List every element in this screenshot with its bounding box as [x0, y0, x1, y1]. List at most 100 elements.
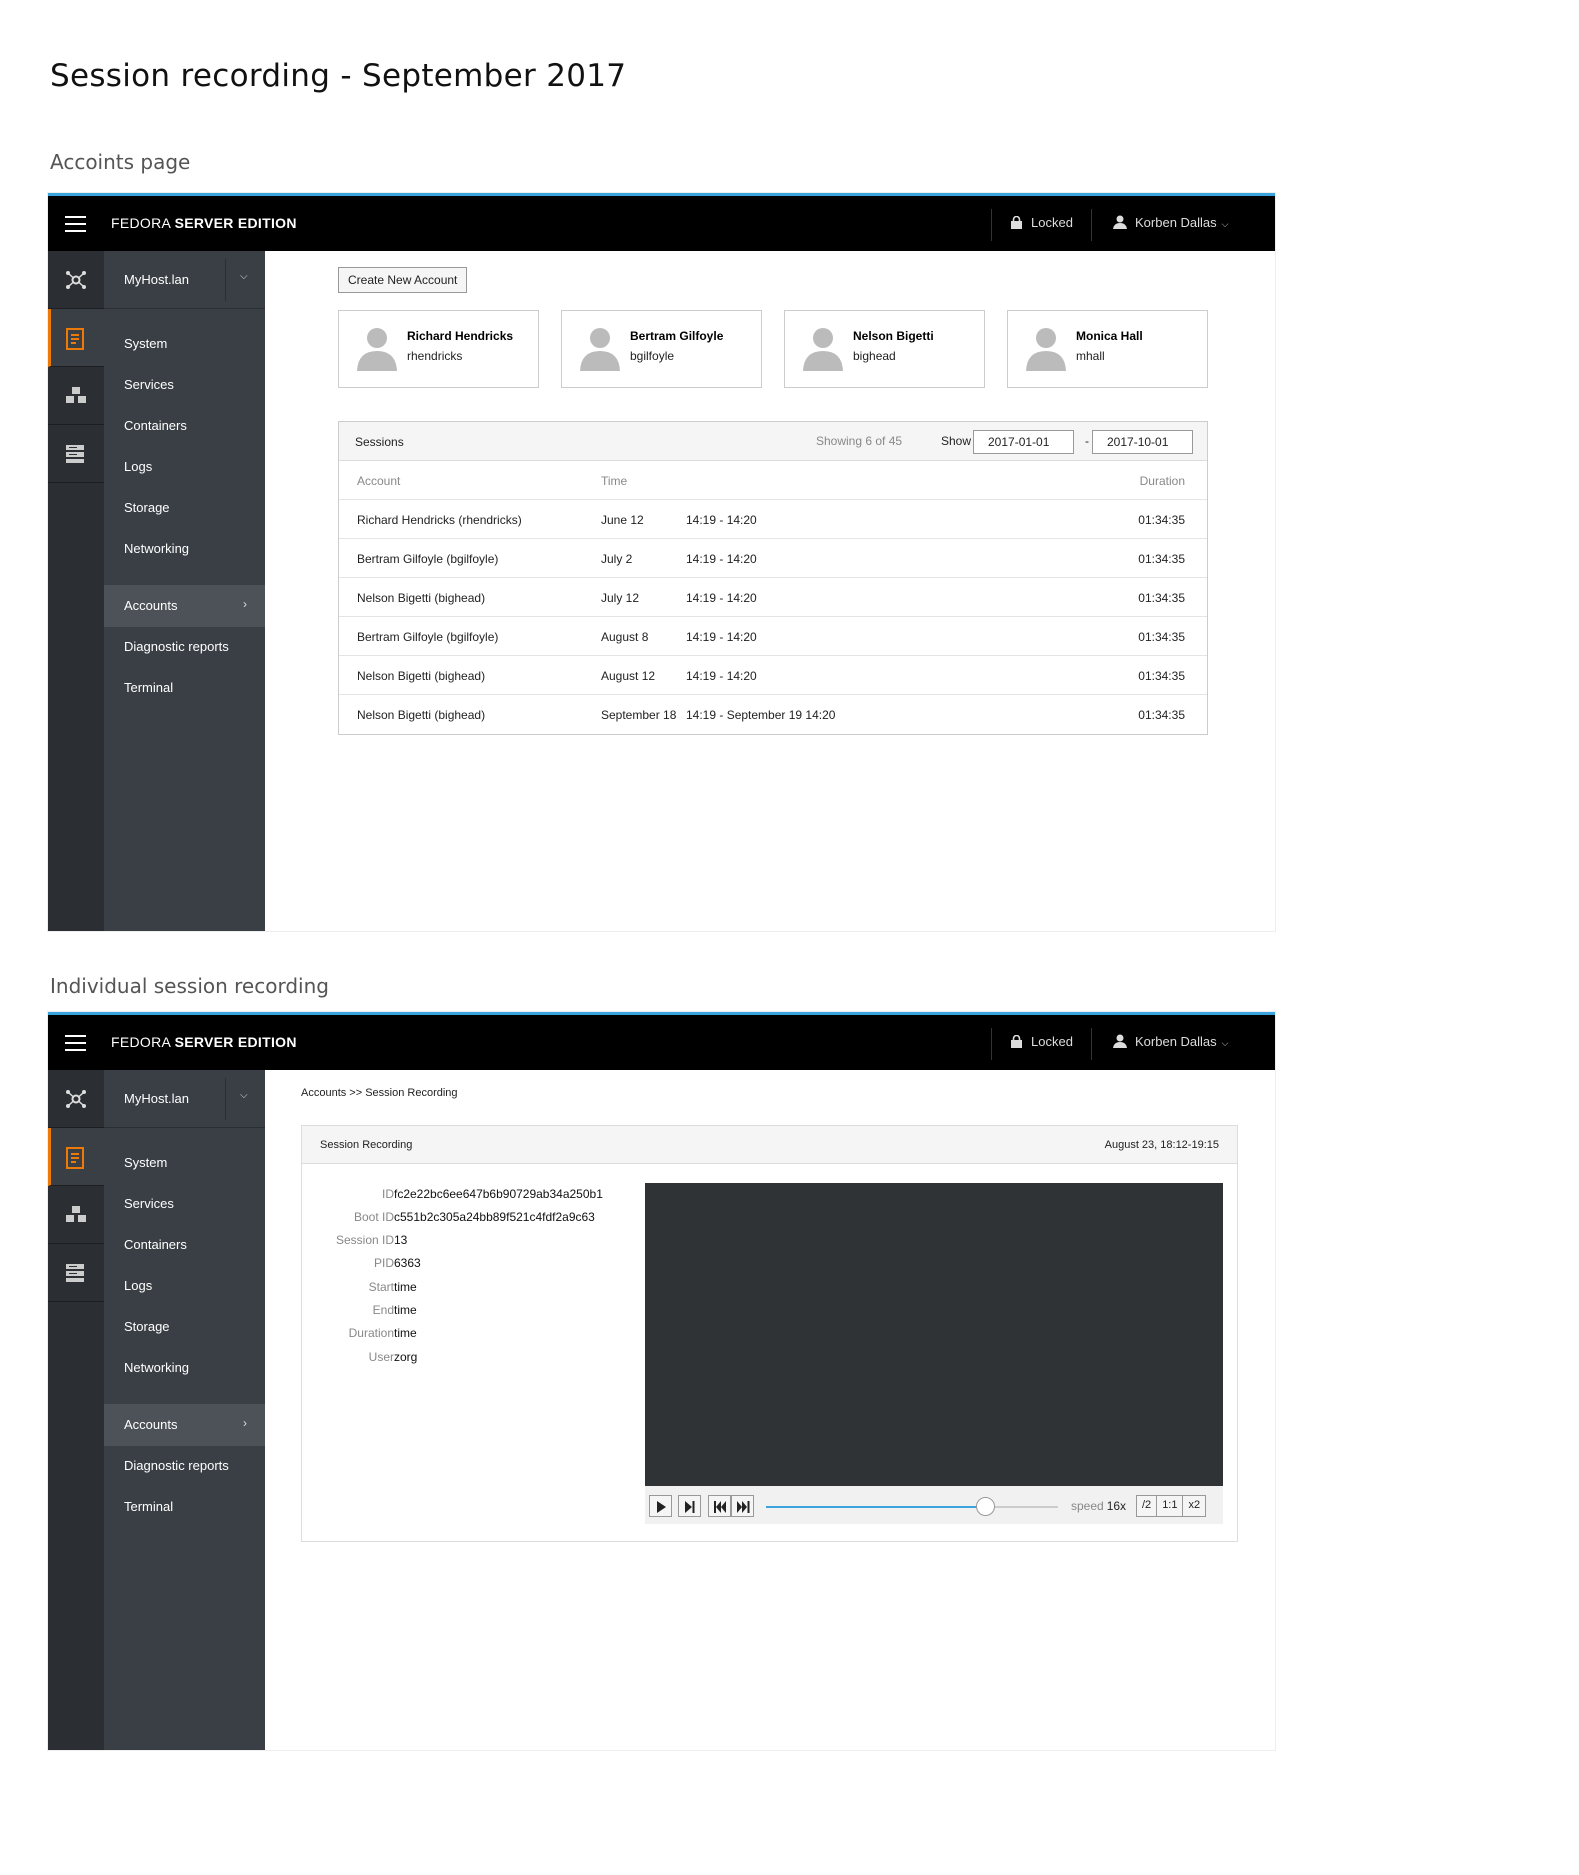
rail-item-dashboard[interactable]	[48, 1070, 104, 1128]
table-row[interactable]: Bertram Gilfoyle (bgilfoyle) July 2 14:19 …	[339, 539, 1207, 578]
network-hub-icon	[66, 271, 86, 289]
speed-half-button[interactable]: /2	[1137, 1496, 1158, 1516]
sidebar-item-containers[interactable]: Containers	[104, 405, 265, 447]
rail-item-storage[interactable]	[48, 425, 104, 483]
speed-button-group: /2 1:1 x2	[1136, 1495, 1207, 1517]
cubes-icon	[66, 387, 86, 403]
account-card[interactable]: Monica Hall mhall	[1007, 310, 1208, 388]
locked-indicator[interactable]: Locked	[1011, 1034, 1073, 1049]
avatar-icon	[1026, 328, 1066, 371]
avatar-icon	[803, 328, 843, 371]
sidebar-item-networking[interactable]: Networking	[104, 528, 265, 570]
terminal-player[interactable]	[645, 1183, 1223, 1486]
step-forward-icon	[685, 1501, 695, 1513]
server-stack-icon	[66, 445, 84, 463]
table-header: Account Time Duration	[339, 461, 1207, 500]
table-row[interactable]: Nelson Bigetti (bighead) August 12 14:19 -…	[339, 656, 1207, 695]
sidebar-item-containers[interactable]: Containers	[104, 1224, 265, 1266]
account-card[interactable]: Nelson Bigetti bighead	[784, 310, 985, 388]
network-hub-icon	[66, 1090, 86, 1108]
document-icon	[66, 328, 84, 350]
account-card[interactable]: Bertram Gilfoyle bgilfoyle	[561, 310, 762, 388]
sidebar-item-services[interactable]: Services	[104, 364, 265, 406]
table-row[interactable]: Richard Hendricks (rhendricks) June 12 14:…	[339, 500, 1207, 539]
sessions-header: Sessions Showing 6 of 45 Show 2017-01-01…	[339, 422, 1207, 461]
sidebar-nav: MyHost.lan ⌵ System Services Containers …	[104, 1070, 265, 1750]
sidebar-item-system[interactable]: System	[104, 323, 265, 365]
user-icon	[1113, 1034, 1127, 1048]
avatar-icon	[580, 328, 620, 371]
user-menu[interactable]: Korben Dallas ⌵	[1113, 1034, 1228, 1049]
hamburger-menu-icon[interactable]	[65, 216, 86, 232]
sidebar-item-logs[interactable]: Logs	[104, 1265, 265, 1307]
sidebar-item-logs[interactable]: Logs	[104, 446, 265, 488]
speed-indicator: speed 16x	[1071, 1499, 1127, 1513]
field-pid: PID 6363	[373, 1256, 421, 1270]
sidebar-item-system[interactable]: System	[104, 1142, 265, 1184]
user-menu[interactable]: Korben Dallas ⌵	[1113, 215, 1228, 230]
main-content: Create New Account Richard Hendricks rhe…	[265, 251, 1275, 931]
sidebar-item-accounts[interactable]: Accounts ›	[104, 585, 265, 627]
session-recording-mock: FEDORA SERVER EDITION Locked Korben Dall…	[47, 1011, 1276, 1751]
top-navbar: FEDORA SERVER EDITION Locked Korben Dall…	[48, 1012, 1275, 1070]
sidebar-item-diagnostic-reports[interactable]: Diagnostic reports	[104, 1445, 265, 1487]
player-controls: speed 16x /2 1:1 x2	[645, 1486, 1223, 1524]
rail-item-containers[interactable]	[48, 367, 104, 425]
hamburger-menu-icon[interactable]	[65, 1035, 86, 1051]
sidebar-item-terminal[interactable]: Terminal	[104, 1486, 265, 1528]
step-forward-button[interactable]	[678, 1495, 701, 1517]
recording-title: Session Recording	[320, 1139, 413, 1151]
sidebar-item-accounts[interactable]: Accounts ›	[104, 1404, 265, 1446]
progress-slider[interactable]	[766, 1497, 1058, 1516]
host-selector[interactable]: MyHost.lan ⌵	[104, 1070, 265, 1128]
create-account-button[interactable]: Create New Account	[338, 267, 468, 293]
speed-double-button[interactable]: x2	[1183, 1496, 1205, 1516]
date-from-input[interactable]: 2017-01-01	[973, 430, 1074, 454]
speed-normal-button[interactable]: 1:1	[1157, 1496, 1184, 1516]
accounts-page-mock: FEDORA SERVER EDITION Locked Korben Dall…	[47, 192, 1276, 932]
rail-item-dashboard[interactable]	[48, 251, 104, 309]
date-to-input[interactable]: 2017-10-01	[1092, 430, 1193, 454]
field-id: ID fc2e22bc6ee647b6b90729ab34a250b1	[382, 1187, 603, 1201]
recording-header: Session Recording August 23, 18:12-19:15	[302, 1126, 1237, 1164]
top-navbar: FEDORA SERVER EDITION Locked Korben Dall…	[48, 193, 1275, 251]
field-session-id: Session ID 13	[335, 1233, 408, 1247]
avatar-icon	[357, 328, 397, 371]
lock-icon	[1011, 1035, 1022, 1048]
play-button[interactable]	[649, 1495, 672, 1517]
rail-item-host[interactable]	[48, 1128, 104, 1186]
sidebar-item-networking[interactable]: Networking	[104, 1347, 265, 1389]
play-icon	[657, 1501, 666, 1513]
sidebar-item-services[interactable]: Services	[104, 1183, 265, 1225]
field-end: End time	[372, 1303, 417, 1317]
section-title-session-recording: Individual session recording	[50, 974, 329, 998]
breadcrumb[interactable]: Accounts >> Session Recording	[301, 1087, 458, 1099]
skip-back-button[interactable]	[708, 1495, 731, 1517]
skip-forward-button[interactable]	[731, 1495, 754, 1517]
slider-thumb[interactable]	[976, 1497, 995, 1516]
table-row[interactable]: Nelson Bigetti (bighead) September 18 14:1…	[339, 695, 1207, 734]
sidebar-item-terminal[interactable]: Terminal	[104, 667, 265, 709]
skip-back-icon	[714, 1501, 726, 1513]
table-row[interactable]: Bertram Gilfoyle (bgilfoyle) August 8 14:1…	[339, 617, 1207, 656]
rail-item-storage[interactable]	[48, 1244, 104, 1302]
table-row[interactable]: Nelson Bigetti (bighead) July 12 14:19 - 1…	[339, 578, 1207, 617]
sidebar-item-storage[interactable]: Storage	[104, 487, 265, 529]
icon-rail	[48, 251, 104, 931]
rail-item-containers[interactable]	[48, 1186, 104, 1244]
cubes-icon	[66, 1206, 86, 1222]
locked-indicator[interactable]: Locked	[1011, 215, 1073, 230]
document-icon	[66, 1147, 84, 1169]
field-duration: Duration time	[348, 1326, 417, 1340]
brand-logo: FEDORA SERVER EDITION	[111, 1034, 297, 1050]
host-selector[interactable]: MyHost.lan ⌵	[104, 251, 265, 309]
main-content: Accounts >> Session Recording Session Re…	[265, 1070, 1275, 1750]
field-start: Start time	[368, 1280, 417, 1294]
progress-fill	[766, 1506, 985, 1508]
sessions-panel: Sessions Showing 6 of 45 Show 2017-01-01…	[338, 421, 1208, 735]
recording-time: August 23, 18:12-19:15	[1104, 1139, 1219, 1151]
sidebar-item-storage[interactable]: Storage	[104, 1306, 265, 1348]
account-card[interactable]: Richard Hendricks rhendricks	[338, 310, 539, 388]
sidebar-item-diagnostic-reports[interactable]: Diagnostic reports	[104, 626, 265, 668]
rail-item-host[interactable]	[48, 309, 104, 367]
